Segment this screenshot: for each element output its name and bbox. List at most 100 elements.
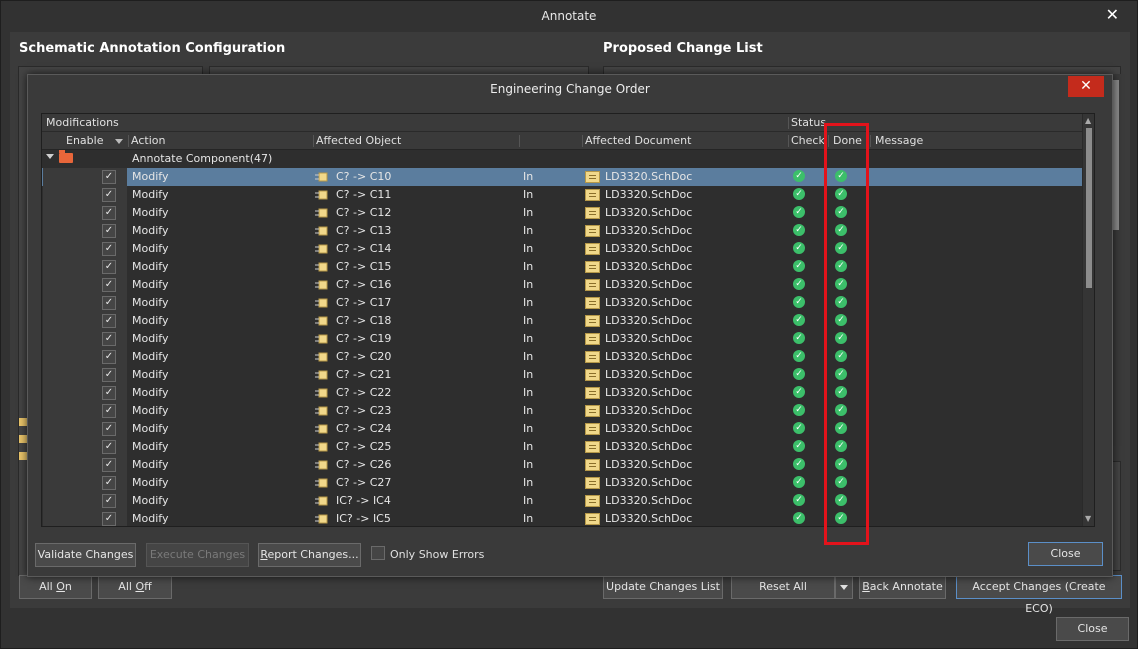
collapse-triangle-icon[interactable] (46, 154, 54, 159)
only-show-errors-checkbox[interactable] (371, 546, 385, 560)
table-row[interactable]: ✓ Modify C? -> C12 In LD3320.SchDoc ✓ ✓ (42, 204, 1082, 222)
eco-close-button[interactable]: Close (1028, 542, 1103, 566)
table-row[interactable]: ✓ Modify C? -> C21 In LD3320.SchDoc ✓ ✓ (42, 366, 1082, 384)
enable-checkbox[interactable]: ✓ (102, 206, 116, 220)
direction-cell: In (523, 422, 534, 435)
annotate-close-icon[interactable]: ✕ (1106, 5, 1119, 24)
affected-document-cell: LD3320.SchDoc (605, 494, 693, 507)
scroll-up-icon[interactable]: ▲ (1085, 116, 1091, 125)
enable-checkbox[interactable]: ✓ (102, 350, 116, 364)
execute-changes-button[interactable]: Execute Changes (146, 543, 249, 567)
direction-cell: In (523, 332, 534, 345)
check-ok-icon: ✓ (793, 332, 805, 344)
all-on-button[interactable]: All On (19, 575, 92, 599)
enable-checkbox[interactable]: ✓ (102, 332, 116, 346)
enable-checkbox[interactable]: ✓ (102, 368, 116, 382)
enable-checkbox[interactable]: ✓ (102, 296, 116, 310)
enable-checkbox[interactable]: ✓ (102, 170, 116, 184)
validate-changes-button[interactable]: Validate Changes (35, 543, 136, 567)
table-row[interactable]: ✓ Modify C? -> C22 In LD3320.SchDoc ✓ ✓ (42, 384, 1082, 402)
message-column-header[interactable]: Message (875, 134, 923, 147)
action-cell: Modify (132, 332, 169, 345)
enable-checkbox[interactable]: ✓ (102, 314, 116, 328)
all-off-label: All (118, 580, 136, 593)
action-cell: Modify (132, 188, 169, 201)
enable-checkbox[interactable]: ✓ (102, 422, 116, 436)
table-row[interactable]: ✓ Modify C? -> C25 In LD3320.SchDoc ✓ ✓ (42, 438, 1082, 456)
enable-checkbox[interactable]: ✓ (102, 440, 116, 454)
all-off-button[interactable]: All Off (98, 575, 172, 599)
check-column-header[interactable]: Check (791, 134, 825, 147)
table-row[interactable]: ✓ Modify C? -> C10 In LD3320.SchDoc ✓ ✓ (42, 168, 1082, 186)
action-cell: Modify (132, 278, 169, 291)
table-row[interactable]: ✓ Modify IC? -> IC5 In LD3320.SchDoc ✓ ✓ (42, 510, 1082, 526)
back-annotate-button[interactable]: Back Annotate (859, 575, 946, 599)
table-row[interactable]: ✓ Modify C? -> C15 In LD3320.SchDoc ✓ ✓ (42, 258, 1082, 276)
scroll-down-icon[interactable]: ▼ (1085, 514, 1091, 523)
affected-object-cell: C? -> C19 (336, 332, 392, 345)
affected-object-cell: IC? -> IC5 (336, 512, 391, 525)
affected-object-cell: C? -> C20 (336, 350, 392, 363)
table-row[interactable]: ✓ Modify C? -> C27 In LD3320.SchDoc ✓ ✓ (42, 474, 1082, 492)
action-cell: Modify (132, 224, 169, 237)
table-row[interactable]: ✓ Modify C? -> C19 In LD3320.SchDoc ✓ ✓ (42, 330, 1082, 348)
reset-all-button[interactable]: Reset All (731, 575, 835, 599)
table-row[interactable]: ✓ Modify C? -> C14 In LD3320.SchDoc ✓ ✓ (42, 240, 1082, 258)
affected-object-cell: C? -> C18 (336, 314, 392, 327)
component-icon (315, 424, 328, 434)
check-ok-icon: ✓ (793, 440, 805, 452)
sheet-icon (19, 435, 27, 443)
reset-dropdown-button[interactable] (835, 575, 853, 599)
update-changes-list-button[interactable]: Update Changes List (603, 575, 723, 599)
component-icon (315, 478, 328, 488)
sort-down-icon[interactable] (115, 139, 123, 144)
enable-column-header[interactable]: Enable (66, 134, 103, 147)
component-icon (315, 406, 328, 416)
schdoc-icon (585, 207, 600, 219)
enable-checkbox[interactable]: ✓ (102, 224, 116, 238)
sheet-icon (19, 418, 27, 426)
table-row[interactable]: ✓ Modify C? -> C24 In LD3320.SchDoc ✓ ✓ (42, 420, 1082, 438)
enable-checkbox[interactable]: ✓ (102, 188, 116, 202)
affected-document-column-header[interactable]: Affected Document (585, 134, 691, 147)
schdoc-icon (585, 189, 600, 201)
table-row[interactable]: ✓ Modify C? -> C20 In LD3320.SchDoc ✓ ✓ (42, 348, 1082, 366)
table-row[interactable]: ✓ Modify C? -> C13 In LD3320.SchDoc ✓ ✓ (42, 222, 1082, 240)
affected-document-cell: LD3320.SchDoc (605, 224, 693, 237)
enable-checkbox[interactable]: ✓ (102, 404, 116, 418)
enable-checkbox[interactable]: ✓ (102, 494, 116, 508)
eco-grid-scrollbar[interactable]: ▲ ▼ (1082, 114, 1094, 526)
check-ok-icon: ✓ (793, 404, 805, 416)
enable-checkbox[interactable]: ✓ (102, 512, 116, 526)
group-row[interactable]: Annotate Component(47) (42, 150, 1082, 168)
enable-checkbox[interactable]: ✓ (102, 386, 116, 400)
eco-close-icon[interactable]: ✕ (1068, 76, 1104, 97)
affected-object-column-header[interactable]: Affected Object (316, 134, 401, 147)
action-cell: Modify (132, 512, 169, 525)
component-icon (315, 208, 328, 218)
scrollbar-thumb[interactable] (1112, 80, 1119, 230)
table-row[interactable]: ✓ Modify C? -> C23 In LD3320.SchDoc ✓ ✓ (42, 402, 1082, 420)
table-row[interactable]: ✓ Modify C? -> C16 In LD3320.SchDoc ✓ ✓ (42, 276, 1082, 294)
table-row[interactable]: ✓ Modify C? -> C26 In LD3320.SchDoc ✓ ✓ (42, 456, 1082, 474)
component-icon (315, 316, 328, 326)
annotate-close-button[interactable]: Close (1056, 617, 1129, 641)
eco-title: Engineering Change Order (490, 82, 650, 96)
enable-checkbox[interactable]: ✓ (102, 458, 116, 472)
header-separator (870, 135, 871, 147)
enable-checkbox[interactable]: ✓ (102, 242, 116, 256)
table-row[interactable]: ✓ Modify IC? -> IC4 In LD3320.SchDoc ✓ ✓ (42, 492, 1082, 510)
action-column-header[interactable]: Action (131, 134, 165, 147)
accept-changes-button[interactable]: Accept Changes (Create ECO) (956, 575, 1122, 615)
table-row[interactable]: ✓ Modify C? -> C18 In LD3320.SchDoc ✓ ✓ (42, 312, 1082, 330)
table-row[interactable]: ✓ Modify C? -> C11 In LD3320.SchDoc ✓ ✓ (42, 186, 1082, 204)
scrollbar-thumb[interactable] (1086, 128, 1092, 288)
report-changes-button[interactable]: Report Changes... (258, 543, 361, 567)
enable-checkbox[interactable]: ✓ (102, 278, 116, 292)
action-cell: Modify (132, 476, 169, 489)
enable-checkbox[interactable]: ✓ (102, 260, 116, 274)
check-ok-icon: ✓ (793, 224, 805, 236)
schdoc-icon (585, 243, 600, 255)
enable-checkbox[interactable]: ✓ (102, 476, 116, 490)
table-row[interactable]: ✓ Modify C? -> C17 In LD3320.SchDoc ✓ ✓ (42, 294, 1082, 312)
